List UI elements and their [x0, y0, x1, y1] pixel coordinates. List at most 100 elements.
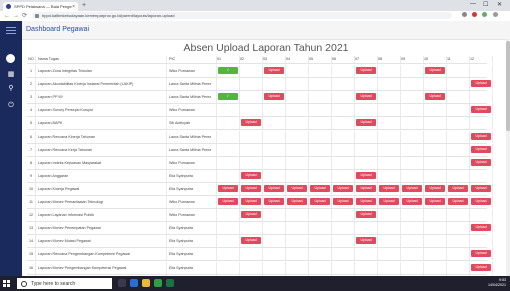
- upload-button[interactable]: Upload: [241, 119, 261, 127]
- upload-button[interactable]: Upload: [241, 184, 261, 192]
- lock-icon: [35, 13, 39, 18]
- upload-button[interactable]: Upload: [356, 237, 376, 245]
- month-cell: Upload: [470, 130, 493, 143]
- grid-menu-icon[interactable]: ▦: [7, 71, 15, 79]
- upload-button[interactable]: Upload: [264, 184, 284, 192]
- extension-icon[interactable]: [462, 12, 467, 17]
- month-cell: [470, 65, 493, 77]
- month-cell: [447, 248, 470, 261]
- month-cell: [424, 78, 447, 91]
- file-explorer-icon[interactable]: [142, 279, 150, 287]
- task-name: Laporan Zona Integritas Triwulan: [36, 65, 167, 77]
- upload-button[interactable]: Upload: [241, 211, 261, 219]
- upload-button[interactable]: Upload: [448, 198, 468, 205]
- upload-button[interactable]: Upload: [333, 198, 353, 205]
- upload-button[interactable]: Upload: [218, 184, 238, 192]
- upload-button[interactable]: Upload: [356, 93, 376, 101]
- upload-button[interactable]: Upload: [471, 106, 491, 114]
- browser-tab[interactable]: SPPD Pelaksana — Bala Pengem... ×: [3, 2, 78, 11]
- month-cell: [332, 143, 355, 156]
- menu-icon[interactable]: [493, 12, 498, 17]
- upload-button[interactable]: Upload: [471, 80, 491, 88]
- upload-button[interactable]: Upload: [356, 211, 376, 219]
- table-row: 1 Laporan Zona Integritas Triwulan Wiko Pu…: [27, 65, 493, 78]
- upload-button[interactable]: Upload: [402, 184, 422, 192]
- upload-button[interactable]: Upload: [471, 132, 491, 140]
- upload-button[interactable]: Upload: [471, 250, 491, 258]
- month-cell: [424, 104, 447, 117]
- month-cell: [355, 156, 378, 169]
- upload-button[interactable]: Upload: [264, 93, 284, 101]
- upload-button[interactable]: Upload: [310, 184, 330, 192]
- upload-button[interactable]: Upload: [333, 184, 353, 192]
- month-cell: [263, 169, 286, 182]
- upload-button[interactable]: Upload: [356, 171, 376, 179]
- upload-button[interactable]: Upload: [425, 198, 445, 205]
- power-icon[interactable]: ⏻: [7, 102, 15, 110]
- uploaded-check-badge[interactable]: ✓: [218, 93, 238, 101]
- upload-button[interactable]: Upload: [425, 184, 445, 192]
- upload-button[interactable]: Upload: [241, 237, 261, 245]
- back-button[interactable]: ←: [4, 12, 10, 20]
- month-cell: [378, 235, 401, 248]
- profile-avatar-icon[interactable]: [482, 12, 487, 17]
- chrome-browser-icon[interactable]: [154, 279, 162, 287]
- scrollbar-thumb[interactable]: [506, 41, 510, 131]
- upload-button[interactable]: Upload: [471, 263, 491, 271]
- upload-button[interactable]: Upload: [356, 119, 376, 127]
- upload-button[interactable]: Upload: [471, 198, 491, 205]
- window-close-button[interactable]: ✕: [497, 1, 502, 8]
- upload-button[interactable]: Upload: [287, 198, 307, 205]
- upload-button[interactable]: Upload: [448, 184, 468, 192]
- user-avatar-icon[interactable]: [6, 54, 15, 63]
- upload-button[interactable]: Upload: [402, 198, 422, 205]
- minimize-button[interactable]: —: [470, 1, 476, 7]
- windows-start-icon[interactable]: [3, 280, 10, 287]
- upload-button[interactable]: Upload: [287, 184, 307, 192]
- uploaded-check-badge[interactable]: ✓: [218, 67, 238, 74]
- upload-button[interactable]: Upload: [471, 224, 491, 232]
- month-cell: Upload: [378, 182, 401, 195]
- edge-browser-icon[interactable]: [130, 279, 138, 287]
- task-view-icon[interactable]: [118, 279, 126, 287]
- upload-button[interactable]: Upload: [218, 198, 238, 205]
- task-pic: Laura Santa Milinia Perez: [167, 78, 217, 91]
- month-cell: [378, 209, 401, 222]
- header-month: 08: [378, 56, 401, 63]
- upload-button[interactable]: Upload: [241, 198, 261, 205]
- upload-button[interactable]: Upload: [471, 184, 491, 192]
- forward-button[interactable]: →: [13, 12, 19, 20]
- header-month: 07: [355, 56, 378, 63]
- upload-button[interactable]: Upload: [310, 198, 330, 205]
- reload-button[interactable]: ⟳: [22, 12, 27, 20]
- taskbar-search-input[interactable]: Type here to search: [17, 278, 112, 289]
- new-tab-button[interactable]: +: [82, 2, 86, 9]
- upload-button[interactable]: Upload: [425, 67, 445, 74]
- maximize-button[interactable]: ☐: [483, 1, 488, 8]
- upload-button[interactable]: Upload: [264, 67, 284, 74]
- table-row: 5 Laporan BAPK Siti Adelcyah Upload Upload: [27, 117, 493, 131]
- adblock-icon[interactable]: [472, 12, 477, 17]
- task-pic: Elia Syahputra: [167, 222, 217, 235]
- upload-button[interactable]: Upload: [356, 184, 376, 192]
- close-tab-icon[interactable]: ×: [72, 4, 75, 10]
- upload-button[interactable]: Upload: [425, 93, 445, 101]
- upload-button[interactable]: Upload: [379, 184, 399, 192]
- month-cell: Upload: [240, 117, 263, 130]
- upload-button[interactable]: Upload: [471, 145, 491, 153]
- upload-button[interactable]: Upload: [356, 67, 376, 74]
- month-cell: Upload: [309, 182, 332, 195]
- upload-button[interactable]: Upload: [264, 198, 284, 205]
- excel-icon[interactable]: [166, 279, 174, 287]
- upload-button[interactable]: Upload: [356, 198, 376, 205]
- month-cell: [309, 248, 332, 261]
- upload-button[interactable]: Upload: [379, 198, 399, 205]
- taskbar-clock[interactable]: 9:53 14/04/2021: [488, 278, 506, 288]
- upload-button[interactable]: Upload: [241, 171, 261, 179]
- page-scrollbar[interactable]: [506, 39, 510, 276]
- month-cell: [286, 156, 309, 169]
- hamburger-menu-icon[interactable]: [6, 27, 16, 28]
- location-pin-icon[interactable]: ⚲: [7, 85, 15, 93]
- url-field[interactable]: bppd.kaltimkebudayaan.kemenparprov.go.id…: [32, 12, 452, 19]
- upload-button[interactable]: Upload: [471, 158, 491, 166]
